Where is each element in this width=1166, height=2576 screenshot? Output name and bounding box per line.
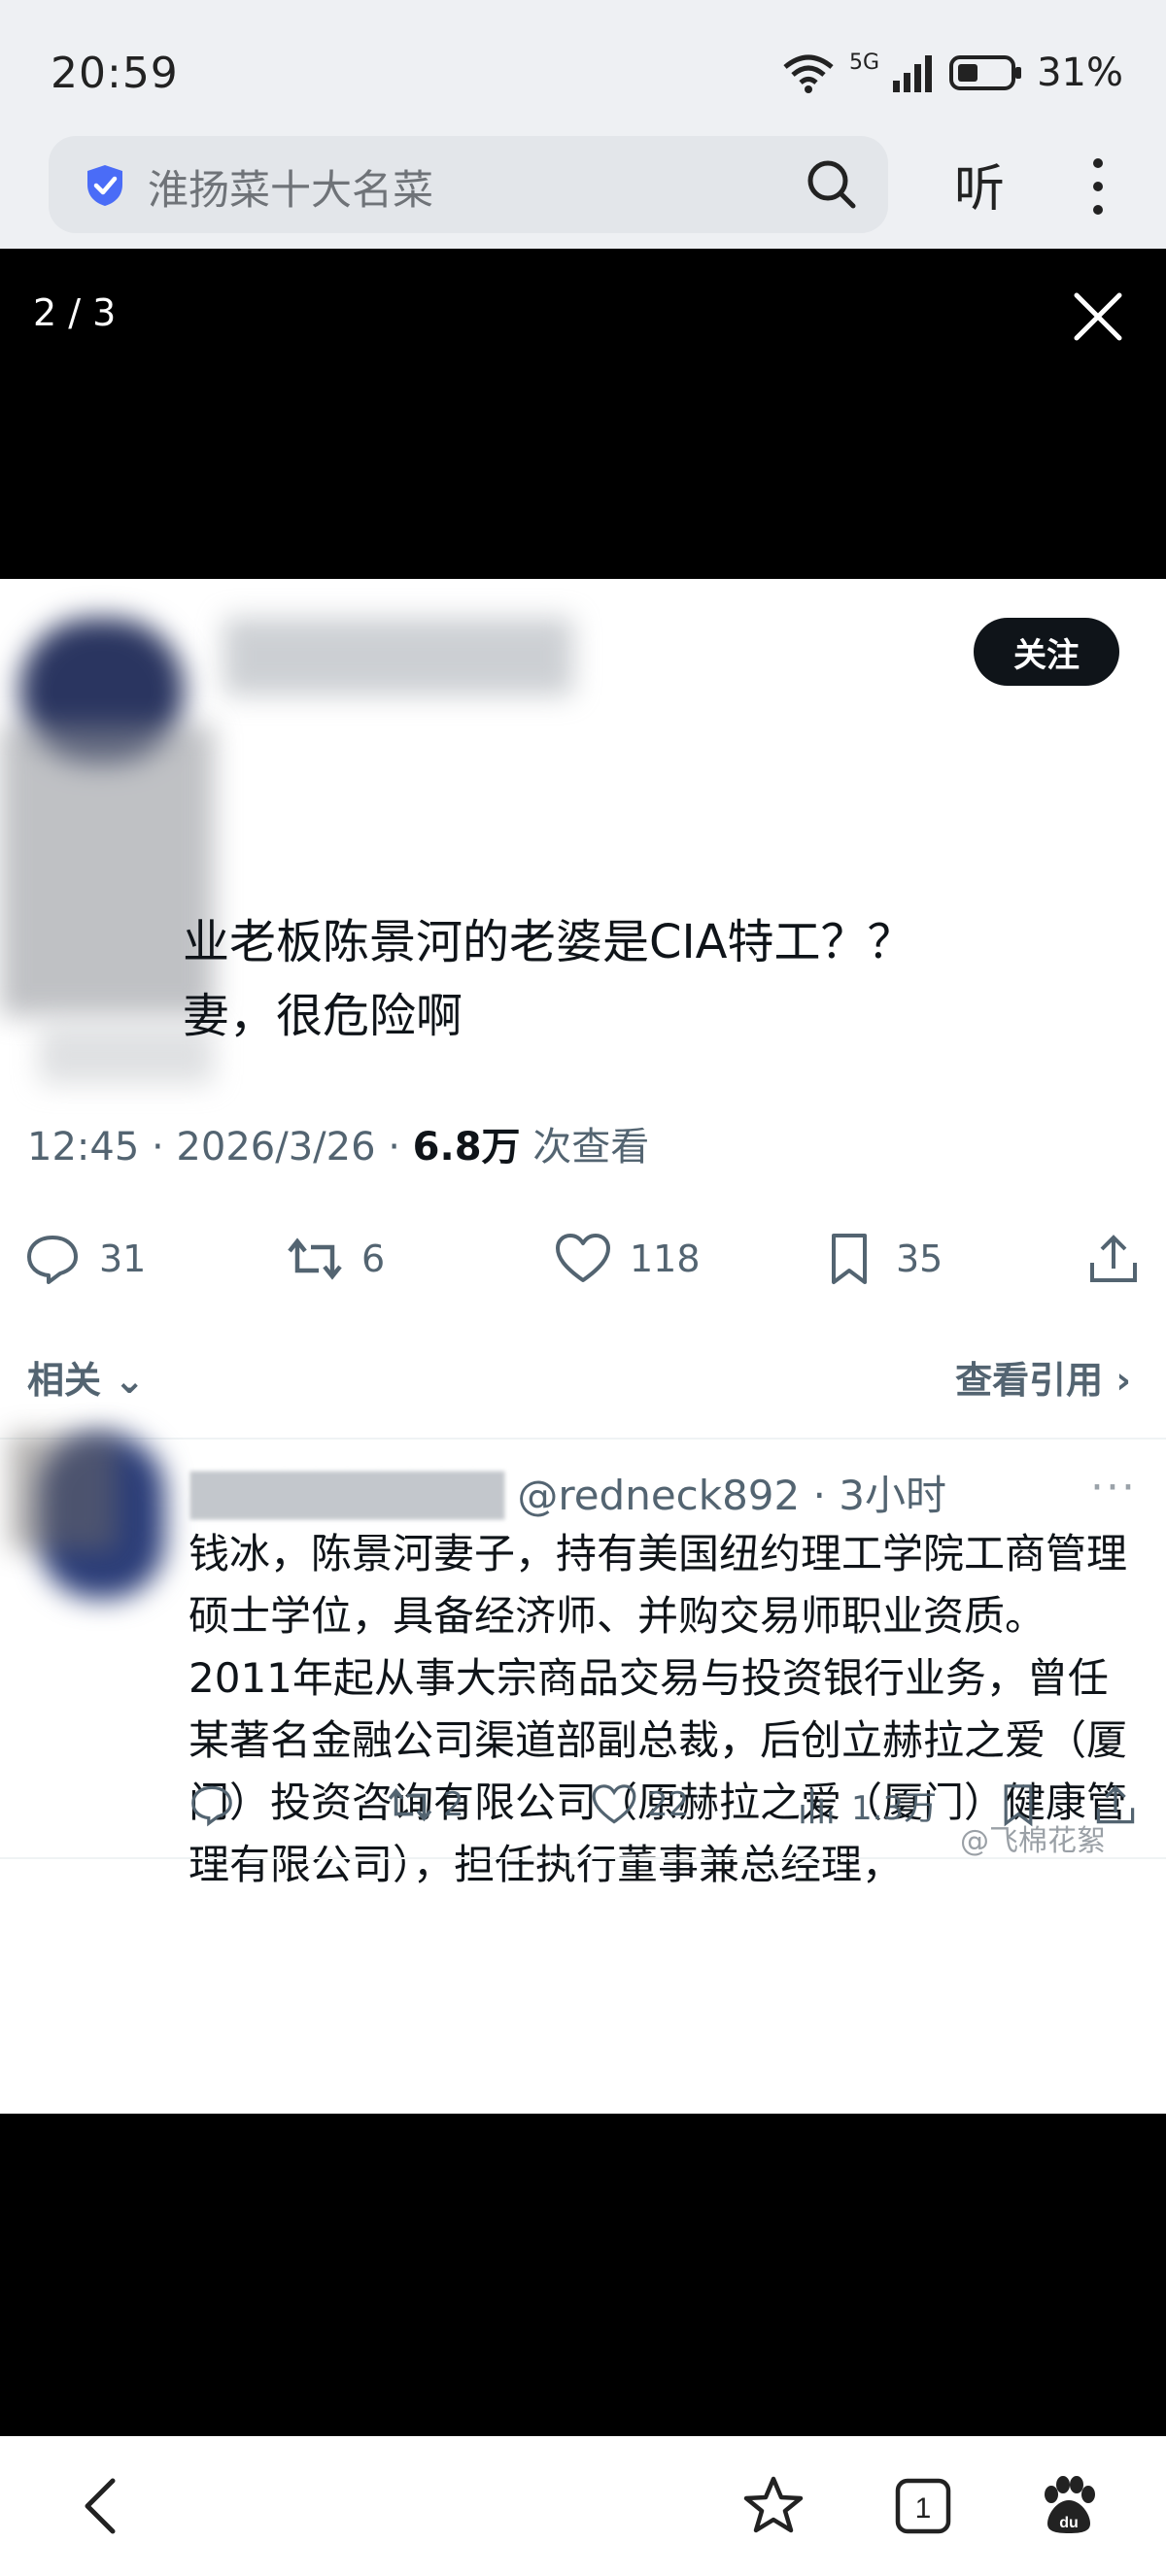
view-quotes-link[interactable]: 查看引用 › [955,1350,1131,1404]
share-icon [1090,1235,1137,1282]
tweet-view-count: 6.8万 [412,1125,521,1169]
bottom-navigation: 1 du [0,2436,1166,2576]
divider [0,1438,1166,1440]
view-quotes-label: 查看引用 [955,1359,1104,1402]
tweet-text-line-2: 妻，很危险啊 [183,989,463,1043]
watermark: @飞棉花絮 [960,1824,1106,1858]
network-label: 5G [849,50,880,75]
status-icons: 5G 31% [781,49,1123,97]
reply-count: 31 [99,1237,147,1280]
bookmark-count: 35 [896,1237,943,1280]
tweet-actions: 31 6 118 35 [0,1220,1166,1298]
heart-icon [556,1234,610,1282]
heart-icon [592,1784,636,1824]
related-dropdown[interactable]: 相关 ⌄ [27,1350,145,1404]
battery-percent: 31% [1037,51,1123,95]
signal-icon [893,55,933,92]
blurred-smudge [223,618,573,695]
search-input[interactable]: 淮扬菜十大名菜 [148,157,433,217]
retweet-icon [288,1237,342,1280]
reply-like-count: 22 [647,1785,690,1824]
retweet-action[interactable]: 6 [286,1220,385,1298]
more-options-icon[interactable]: ··· [1090,1463,1137,1512]
bookmark-action[interactable]: 35 [820,1220,943,1298]
status-bar: 20:59 5G 31% [0,0,1166,136]
reply-retweet-action[interactable]: 2 [387,1776,464,1834]
reply-header: ██████████ @redneck892 · 3小时 [190,1463,946,1522]
like-action[interactable]: 118 [554,1220,701,1298]
reply-reply-action[interactable] [189,1776,235,1834]
blurred-smudge [0,725,214,1016]
tweet-meta: 12:45 · 2026/3/26 · 6.8万 次查看 [27,1115,649,1171]
blurred-smudge [10,1434,117,1550]
related-label: 相关 [27,1359,102,1402]
retweet-icon [388,1787,432,1822]
paw-icon[interactable]: du [1036,2473,1102,2539]
image-counter: 2 / 3 [33,291,117,334]
back-icon[interactable] [70,2473,136,2539]
tweet-timestamp: 12:45 · 2026/3/26 · [27,1125,413,1169]
divider [0,1857,1166,1859]
reply-handle: @redneck892 · 3小时 [517,1472,947,1519]
share-action[interactable] [1084,1220,1143,1298]
tweet-view-label: 次查看 [520,1125,650,1169]
comment-icon [27,1236,78,1284]
status-time: 20:59 [51,49,179,98]
retweet-count: 6 [361,1237,386,1280]
svg-text:1: 1 [915,2492,932,2525]
wifi-icon [783,54,834,93]
like-count: 118 [630,1237,701,1280]
chevron-down-icon: ⌄ [114,1359,146,1402]
chevron-right-icon: › [1115,1359,1131,1402]
star-icon[interactable] [740,2473,806,2539]
tweet-screenshot: 关注 业老板陈景河的老婆是CIA特工？？ 妻，很危险啊 12:45 · 2026… [0,579,1166,2114]
reply-action[interactable]: 31 [23,1220,146,1298]
bookmark-icon [832,1234,867,1284]
follow-button[interactable]: 关注 [974,618,1119,686]
search-icon[interactable] [805,157,859,212]
tweet-text-line-1: 业老板陈景河的老婆是CIA特工？？ [183,915,914,969]
reply-retweet-count: 2 [443,1785,464,1824]
reply-views-action[interactable]: 1.3万 [795,1776,937,1834]
image-viewer: 2 / 3 关注 业老板陈景河的老婆是CIA特工？？ 妻，很危险啊 12:45 … [0,249,1166,2436]
reply-author-name: ██████████ [190,1472,504,1519]
shield-icon [87,165,122,206]
analytics-icon [801,1789,833,1824]
reply-like-action[interactable]: 22 [591,1776,689,1834]
listen-button[interactable]: 听 [954,148,1005,220]
svg-text:du: du [1059,2515,1079,2531]
tabs-icon[interactable]: 1 [890,2473,956,2539]
search-bar[interactable]: 淮扬菜十大名菜 [49,136,888,233]
comment-icon [191,1785,232,1827]
more-menu-icon[interactable] [1080,155,1115,218]
battery-icon [949,55,1022,90]
reply-view-count: 1.3万 [851,1788,938,1828]
close-icon[interactable] [1069,288,1127,346]
browser-header: 淮扬菜十大名菜 听 [0,136,1166,249]
